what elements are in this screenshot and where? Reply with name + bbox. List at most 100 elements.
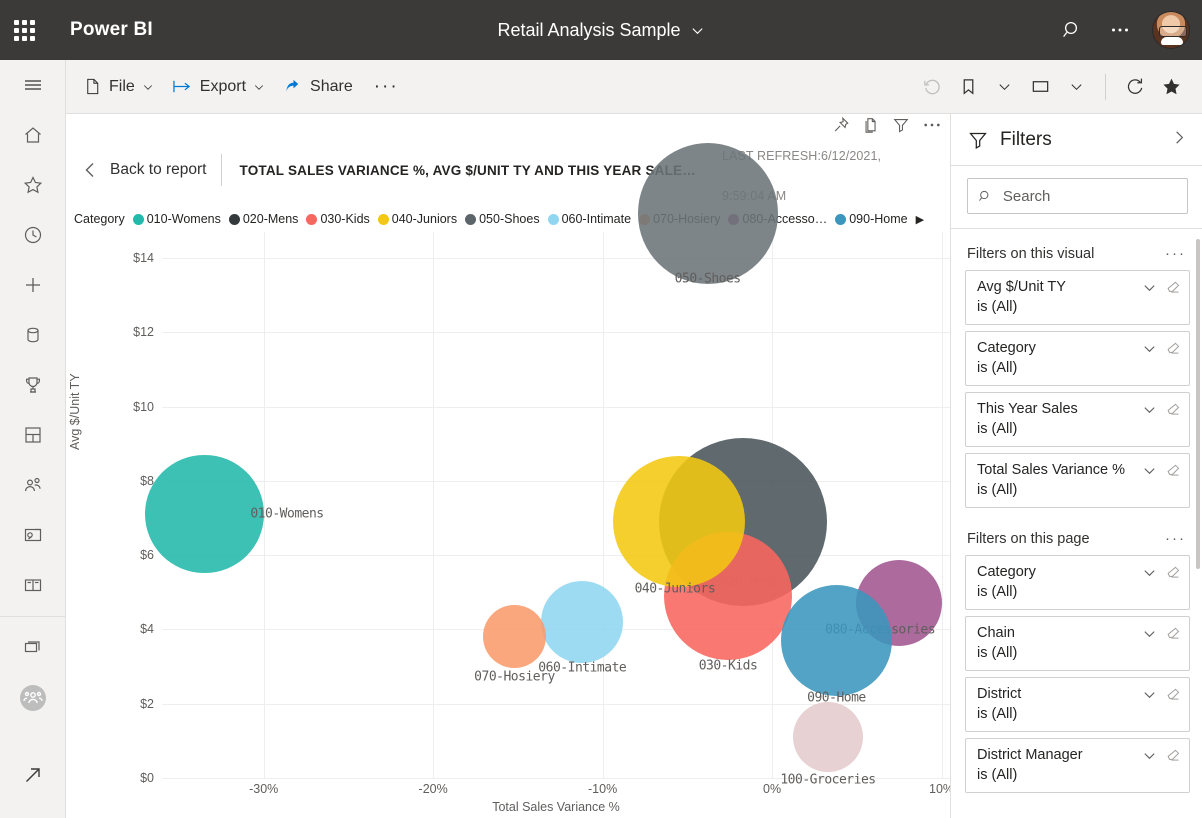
bubble-point[interactable] [145,455,264,574]
filter-card-expand-icon[interactable] [1142,280,1157,295]
filter-card-field-name: Chain [977,625,1015,641]
filter-card[interactable]: District is (All) [965,677,1190,732]
filter-card-expand-icon[interactable] [1142,402,1157,417]
star-icon[interactable] [0,160,66,210]
legend-item[interactable]: 090-Home [835,212,908,226]
legend-color-swatch [228,213,240,225]
back-to-report-button[interactable]: Back to report [66,160,221,180]
share-button[interactable]: Share [274,68,362,106]
filter-group-more-icon[interactable]: ··· [1165,245,1186,262]
filter-funnel-icon [969,132,987,149]
filter-card[interactable]: This Year Sales is (All) [965,392,1190,447]
toolbar-more-button[interactable]: ··· [362,76,411,98]
chevron-right-icon[interactable] [1171,129,1188,151]
legend-item[interactable]: 040-Juniors [377,212,457,226]
view-icon[interactable] [1023,68,1057,106]
filters-scrollbar[interactable] [1196,239,1200,569]
filter-card-clear-icon[interactable] [1166,626,1181,641]
rail-divider [0,616,65,617]
pin-icon[interactable] [832,116,850,134]
ellipsis-icon[interactable] [1098,8,1142,52]
filter-card[interactable]: Category is (All) [965,555,1190,610]
legend-color-swatch [547,213,559,225]
filter-group-more-icon[interactable]: ··· [1165,530,1186,547]
deployment-icon[interactable] [0,510,66,560]
legend-next-arrow[interactable]: ▶ [916,213,924,226]
bookmark-chevron-down-icon[interactable] [987,68,1021,106]
y-tick-label: $14 [133,251,154,265]
legend-item[interactable]: 050-Shoes [465,212,540,226]
get-data-icon[interactable] [0,750,66,800]
bubble-point[interactable] [613,456,745,588]
back-to-report-label: Back to report [110,161,207,178]
x-tick-label: -20% [418,782,448,796]
database-icon[interactable] [0,310,66,360]
filter-card-expand-icon[interactable] [1142,748,1157,763]
book-icon[interactable] [0,560,66,610]
legend-item[interactable]: 030-Kids [306,212,370,226]
filters-header: Filters [951,114,1202,166]
file-icon [87,78,99,95]
bubble-point[interactable] [780,585,892,697]
filter-card-clear-icon[interactable] [1166,341,1181,356]
favorite-icon[interactable] [1154,68,1188,106]
search-icon[interactable] [1050,8,1094,52]
bubble-point[interactable] [792,702,864,773]
reset-icon[interactable] [915,68,949,106]
view-chevron-down-icon[interactable] [1059,68,1093,106]
filter-group-title: Filters on this page [967,530,1090,547]
filter-card-expand-icon[interactable] [1142,687,1157,702]
filter-card-expand-icon[interactable] [1142,565,1157,580]
legend-item[interactable]: 060-Intimate [547,212,631,226]
plus-icon[interactable] [0,260,66,310]
bookmark-icon[interactable] [951,68,985,106]
share-label: Share [310,77,353,95]
people-icon[interactable] [0,460,66,510]
avatar[interactable] [1152,11,1190,49]
filter-card-clear-icon[interactable] [1166,463,1181,478]
filters-search-input[interactable] [1002,187,1177,205]
legend-item[interactable]: 010-Womens [132,212,221,226]
brand-title[interactable]: Power BI [70,19,153,41]
filter-card-clear-icon[interactable] [1166,402,1181,417]
legend-item[interactable]: 020-Mens [228,212,298,226]
file-menu-button[interactable]: File [74,68,163,106]
filter-card[interactable]: Chain is (All) [965,616,1190,671]
workspace-icon[interactable] [0,623,66,673]
filter-card-clear-icon[interactable] [1166,748,1181,763]
filter-card-field-name: District Manager [977,747,1083,763]
visual-more-options-icon[interactable] [922,116,942,134]
document-title-button[interactable]: Retail Analysis Sample [497,20,704,41]
filter-icon[interactable] [892,116,910,134]
bubble-point[interactable] [541,581,624,663]
filter-card[interactable]: Total Sales Variance % is (All) [965,453,1190,508]
refresh-icon[interactable] [1118,68,1152,106]
export-menu-button[interactable]: Export [163,68,274,106]
filter-card-clear-icon[interactable] [1166,565,1181,580]
filter-card-clear-icon[interactable] [1166,280,1181,295]
bubble-point[interactable] [483,605,546,669]
filter-card-expand-icon[interactable] [1142,341,1157,356]
app-launcher-button[interactable] [0,0,48,60]
trophy-icon[interactable] [0,360,66,410]
filter-card-clear-icon[interactable] [1166,687,1181,702]
filter-card-expand-icon[interactable] [1142,463,1157,478]
hamburger-icon[interactable] [0,60,66,110]
filter-group-title: Filters on this visual [967,245,1095,262]
report-canvas: LAST REFRESH:6/12/2021, 9:59:04 AM Back … [66,114,950,818]
filter-card[interactable]: Category is (All) [965,331,1190,386]
copy-icon[interactable] [862,116,880,134]
gridline-horizontal [162,332,950,334]
filter-card[interactable]: Avg $/Unit TY is (All) [965,270,1190,325]
plot-area[interactable]: 010-Womens 020-Mens 030-Kids 040-Juniors 050… [145,143,950,788]
chevron-down-icon [254,84,264,90]
clock-icon[interactable] [0,210,66,260]
filter-card[interactable]: District Manager is (All) [965,738,1190,793]
legend-item-label: 050-Shoes [479,212,540,226]
filters-search-box[interactable] [967,178,1188,214]
home-icon[interactable] [0,110,66,160]
my-workspace-icon[interactable] [0,673,66,723]
apps-icon[interactable] [0,410,66,460]
filter-card-expand-icon[interactable] [1142,626,1157,641]
bubble-point[interactable] [637,143,778,284]
